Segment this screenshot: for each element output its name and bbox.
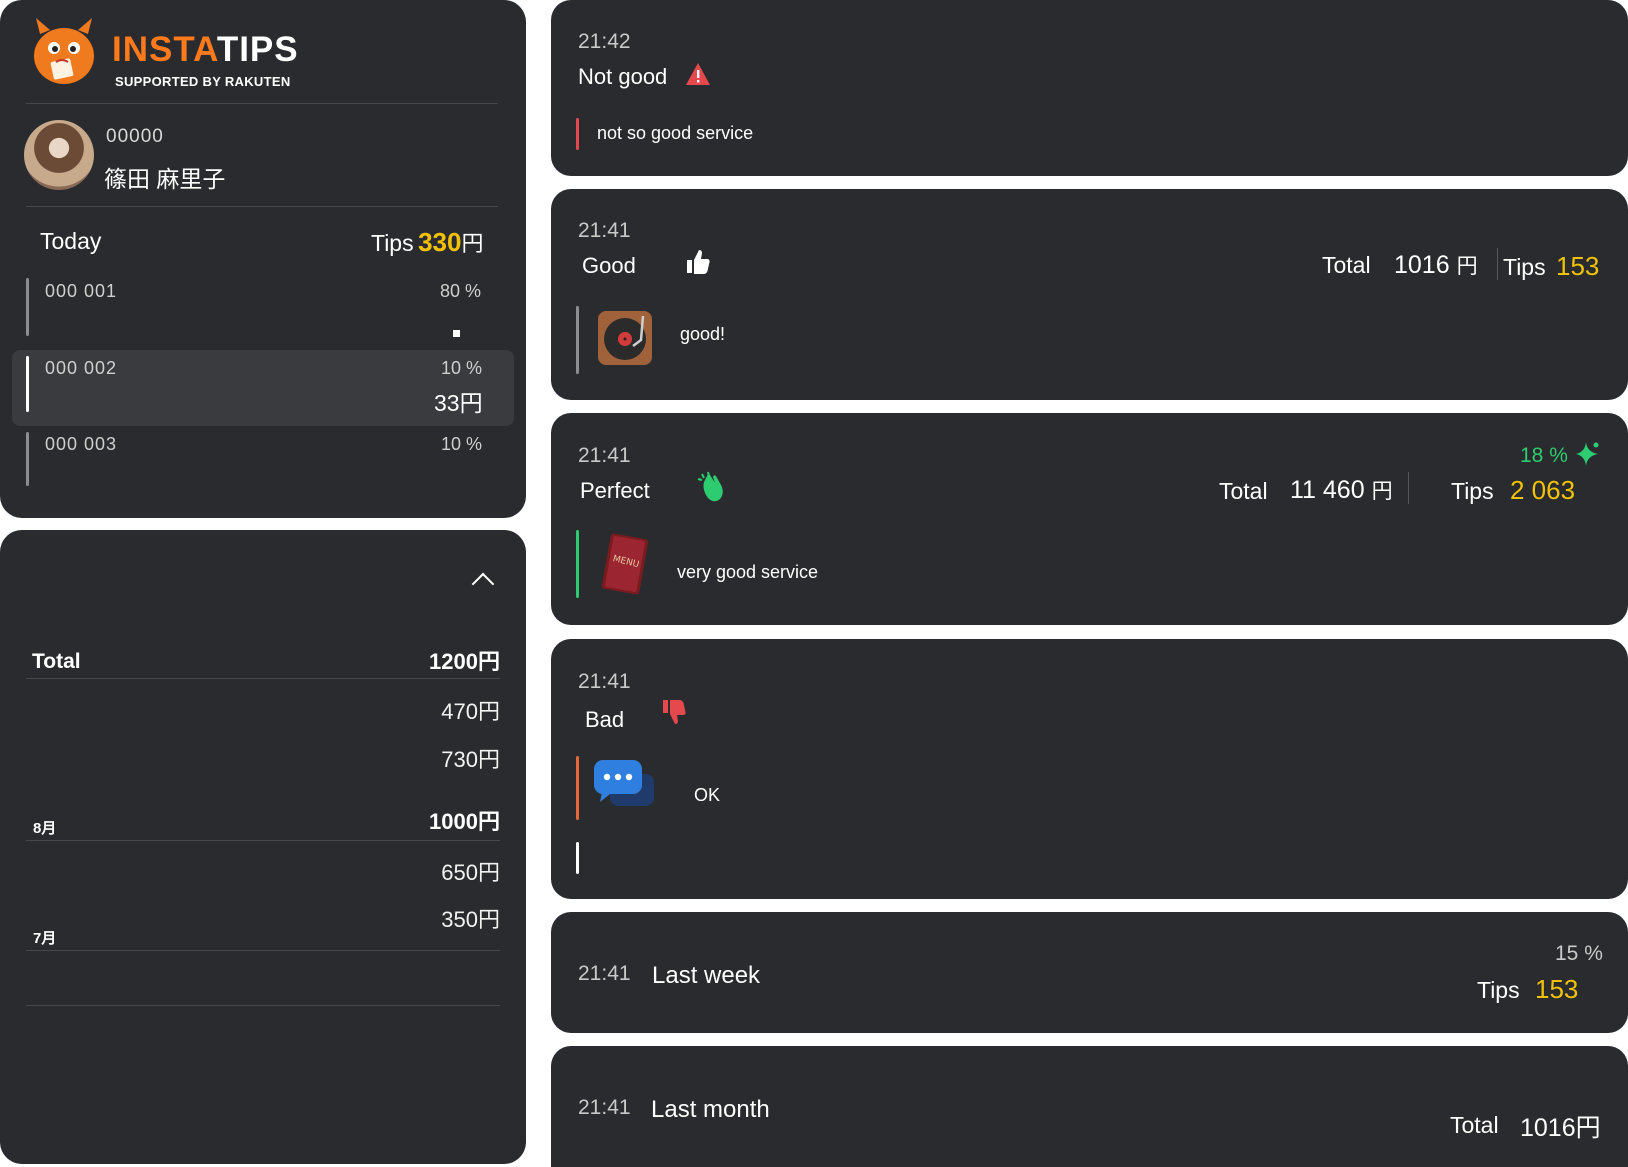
text-cursor (576, 842, 579, 874)
card-time: 21:41 (578, 444, 631, 467)
row-marker (26, 278, 29, 336)
today-label: Today (40, 228, 102, 254)
summary-value: 350円 (441, 907, 500, 932)
currency: 円 (1371, 480, 1393, 503)
brand-tagline: SUPPORTED BY RAKUTEN (115, 74, 291, 89)
feedback-card[interactable] (551, 189, 1628, 400)
divider (1408, 472, 1409, 504)
tip-percent: 15 % (1555, 942, 1603, 965)
total-label: Total (1219, 478, 1268, 504)
total-amount: 11 460 円 (1290, 475, 1393, 505)
rating-label: Perfect (580, 478, 650, 503)
tips-amount: 2 063 (1510, 475, 1576, 505)
total-amount: 1016 円 (1394, 250, 1478, 280)
thumbs-up-icon (684, 248, 712, 281)
card-time: 21:41 (578, 962, 631, 985)
tips-amount: 330 (418, 227, 462, 257)
rating-label: Bad (585, 707, 625, 732)
divider (26, 840, 500, 841)
staff-id[interactable]: 000 002 (45, 358, 117, 379)
brand-name: INSTATIPS (112, 30, 299, 69)
staff-id[interactable]: 000 001 (45, 281, 117, 302)
staff-amount: 33円 (434, 390, 483, 416)
feedback-card[interactable] (551, 0, 1628, 176)
comment-text: OK (694, 785, 721, 805)
staff-percent: 80 % (440, 281, 482, 301)
divider (26, 950, 500, 951)
total-label: Total (1450, 1112, 1499, 1138)
comment-text: good! (680, 324, 726, 344)
comment-text: very good service (677, 562, 819, 582)
staff-percent: 10 % (441, 434, 483, 454)
summary-total-label: Total (32, 650, 81, 673)
summary-value: 730円 (441, 747, 500, 772)
staff-percent: 10 % (441, 358, 483, 378)
summary-panel (0, 530, 526, 1164)
summary-value: 650円 (441, 860, 500, 885)
period-label: Last week (652, 962, 761, 989)
total-label: Total (1322, 252, 1371, 278)
thumbs-down-icon (660, 698, 688, 731)
rating-label: Not good (578, 64, 668, 89)
card-time: 21:41 (578, 1096, 631, 1119)
total-amount: 1016円 (1520, 1114, 1601, 1142)
month-label: 8月 (33, 820, 57, 837)
sparkle-icon (1574, 440, 1600, 473)
tips-label: Tips (1451, 478, 1494, 504)
comment-marker (576, 756, 579, 820)
divider (26, 103, 498, 104)
divider (26, 678, 500, 679)
summary-value: 470円 (441, 699, 500, 724)
row-marker (26, 432, 29, 486)
feedback-card[interactable] (551, 639, 1628, 899)
comment-marker (576, 118, 579, 150)
comment-text: not so good service (597, 123, 754, 143)
divider (26, 1005, 500, 1006)
month-label: 7月 (33, 930, 57, 947)
tips-label: Tips (1503, 254, 1546, 280)
total-value: 11 460 (1290, 476, 1365, 504)
menu-book-icon: MENU (600, 530, 650, 601)
tip-percent: 18 % (1520, 444, 1568, 467)
month-total: 1000円 (429, 809, 500, 834)
comment-marker (576, 530, 579, 598)
currency: 円 (461, 231, 484, 256)
chat-bubbles-icon (592, 758, 658, 821)
summary-total-value: 1200円 (429, 649, 500, 674)
divider (1497, 248, 1498, 280)
staff-id[interactable]: 000 003 (45, 434, 117, 455)
tips-label: Tips (1477, 977, 1520, 1003)
card-time: 21:41 (578, 670, 631, 693)
comment-marker (576, 306, 579, 374)
cursor-dot (453, 330, 460, 337)
currency: 円 (1456, 255, 1478, 278)
mascot-logo-icon (28, 12, 100, 86)
record-player-icon (597, 310, 653, 371)
user-avatar[interactable] (24, 120, 94, 190)
row-marker-active (26, 356, 29, 412)
clapping-hands-icon (696, 470, 728, 509)
warning-icon (685, 62, 711, 91)
total-value: 1016 (1394, 251, 1450, 279)
divider (26, 206, 498, 207)
tips-amount: 153 (1535, 974, 1579, 1004)
period-label: Last month (651, 1096, 770, 1123)
today-tips: Tips 330円 (371, 226, 483, 258)
tips-label: Tips (371, 230, 414, 256)
feedback-card[interactable] (551, 413, 1628, 625)
user-id: 00000 (106, 126, 164, 147)
user-name: 篠田 麻里子 (104, 166, 226, 192)
rating-label: Good (582, 253, 636, 278)
tips-amount: 153 (1556, 251, 1600, 281)
card-time: 21:42 (578, 30, 631, 53)
card-time: 21:41 (578, 219, 631, 242)
